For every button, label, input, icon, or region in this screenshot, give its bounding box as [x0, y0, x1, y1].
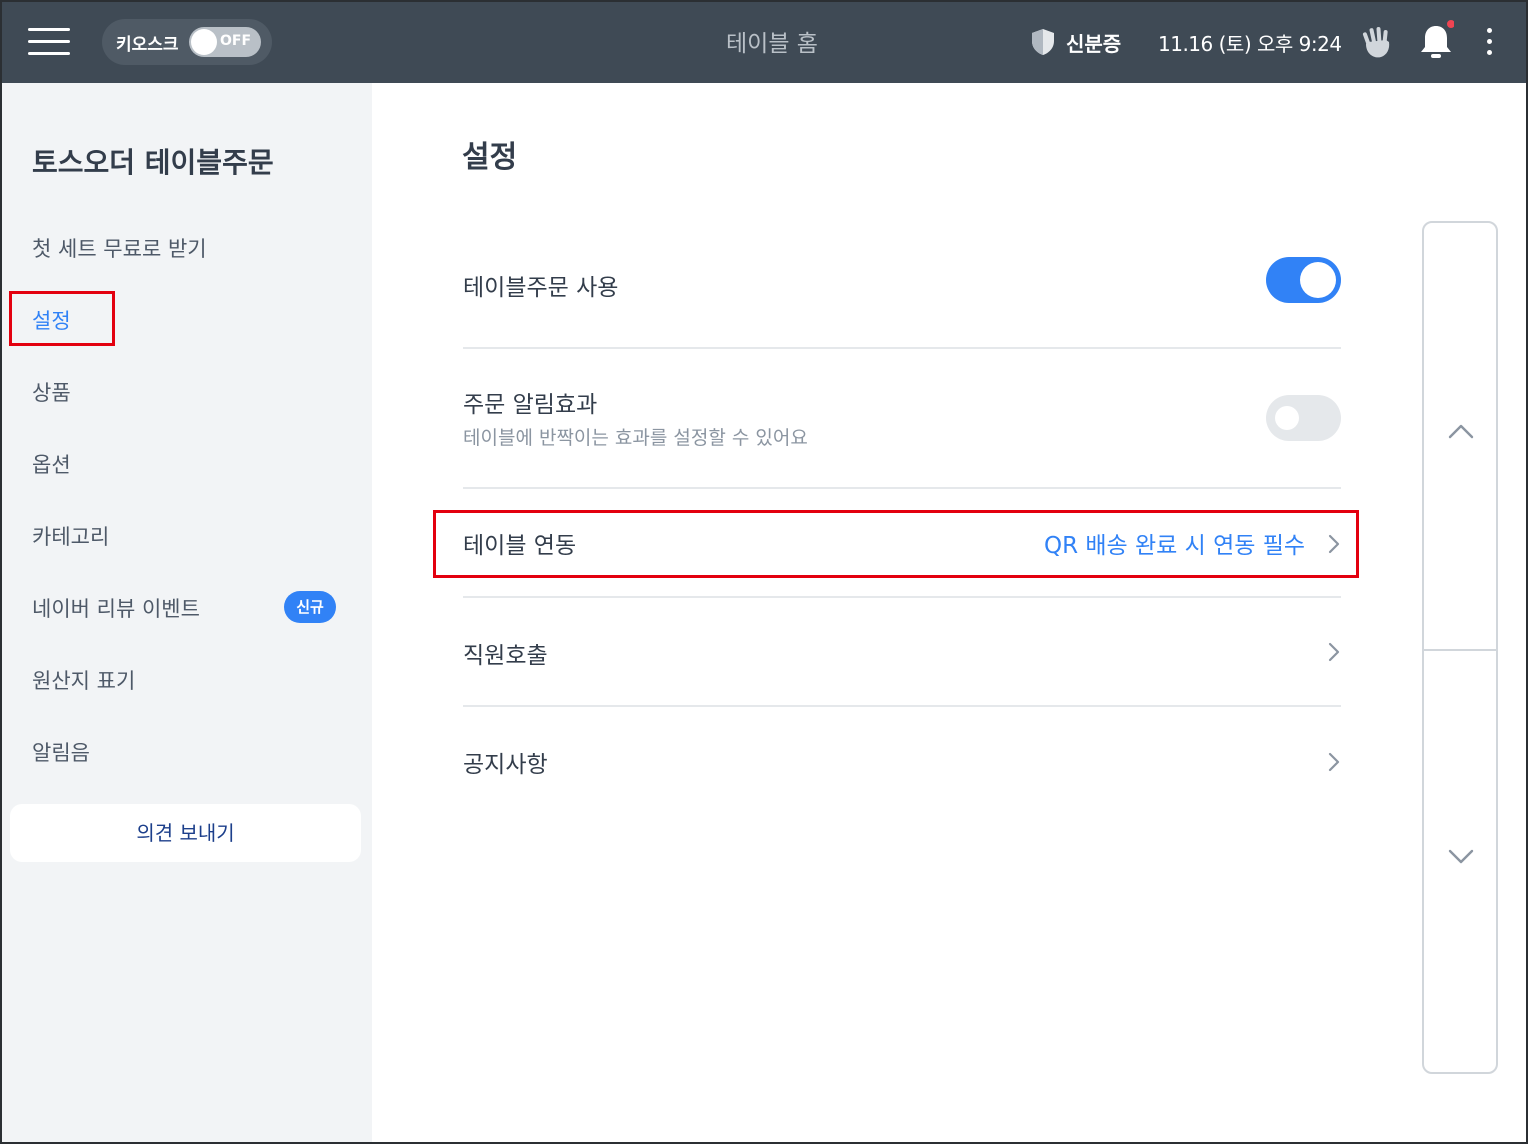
- top-bar: 키오스크 OFF 테이블 홈 신분증 11.16 (토) 오후 9:24: [2, 2, 1526, 83]
- chevron-down-icon: [1448, 849, 1474, 864]
- page-header-title: 테이블 홈: [726, 31, 818, 57]
- chevron-right-icon: [1328, 642, 1340, 662]
- scroll-down-button[interactable]: [1424, 651, 1496, 1072]
- send-feedback-button[interactable]: 의견 보내기: [10, 804, 361, 862]
- chevron-up-icon: [1448, 424, 1474, 439]
- order-alert-effect-toggle[interactable]: [1266, 395, 1341, 441]
- divider: [463, 705, 1341, 707]
- kiosk-toggle-knob: [191, 29, 217, 55]
- toggle-knob: [1275, 406, 1299, 430]
- settings-highlight-box: [9, 291, 115, 346]
- kiosk-label: 키오스크: [116, 35, 179, 55]
- bell-icon[interactable]: [1418, 20, 1454, 62]
- waving-hand-icon[interactable]: [1360, 24, 1394, 60]
- table-order-use-label: 테이블주문 사용: [463, 275, 619, 301]
- hamburger-menu-icon[interactable]: [28, 26, 70, 56]
- table-integration-highlight-box: [433, 510, 1359, 578]
- staff-call-row[interactable]: [463, 614, 1341, 690]
- notice-row[interactable]: [463, 722, 1341, 798]
- kiosk-mode-control: 키오스크 OFF: [102, 19, 272, 65]
- notice-label: 공지사항: [463, 752, 548, 778]
- kiosk-toggle-state: OFF: [220, 33, 252, 49]
- id-card-label: 신분증: [1066, 32, 1122, 56]
- sidebar-item-origin-label[interactable]: 원산지 표기: [32, 665, 135, 701]
- table-order-use-toggle[interactable]: [1266, 257, 1341, 303]
- sidebar-item-products[interactable]: 상품: [32, 377, 71, 413]
- chevron-right-icon: [1328, 752, 1340, 772]
- divider: [463, 347, 1341, 349]
- brand-title: 토스오더 테이블주문: [32, 146, 274, 179]
- sidebar-item-options[interactable]: 옵션: [32, 449, 71, 485]
- sidebar: 토스오더 테이블주문 첫 세트 무료로 받기 설정 상품 옵션 카테고리 네이버…: [2, 83, 372, 1142]
- sidebar-item-free-set[interactable]: 첫 세트 무료로 받기: [32, 233, 207, 269]
- toggle-knob: [1300, 262, 1336, 298]
- app-frame: 키오스크 OFF 테이블 홈 신분증 11.16 (토) 오후 9:24 토스오…: [0, 0, 1528, 1144]
- divider: [463, 487, 1341, 489]
- order-alert-effect-label: 주문 알림효과: [463, 392, 598, 418]
- sidebar-item-naver-review-event[interactable]: 네이버 리뷰 이벤트: [32, 593, 200, 629]
- new-badge: 신규: [284, 591, 336, 623]
- shield-icon: [1032, 29, 1054, 55]
- sidebar-item-categories[interactable]: 카테고리: [32, 521, 109, 557]
- order-alert-effect-description: 테이블에 반짝이는 효과를 설정할 수 있어요: [463, 427, 808, 449]
- sidebar-item-alert-sound[interactable]: 알림음: [32, 737, 90, 773]
- kiosk-toggle[interactable]: OFF: [189, 27, 261, 57]
- scroll-panel: [1422, 221, 1498, 1074]
- page-title: 설정: [462, 140, 518, 175]
- datetime-display: 11.16 (토) 오후 9:24: [1158, 32, 1342, 56]
- more-vertical-icon[interactable]: [1480, 26, 1500, 58]
- divider: [463, 596, 1341, 598]
- staff-call-label: 직원호출: [463, 643, 548, 669]
- scroll-up-button[interactable]: [1424, 223, 1496, 649]
